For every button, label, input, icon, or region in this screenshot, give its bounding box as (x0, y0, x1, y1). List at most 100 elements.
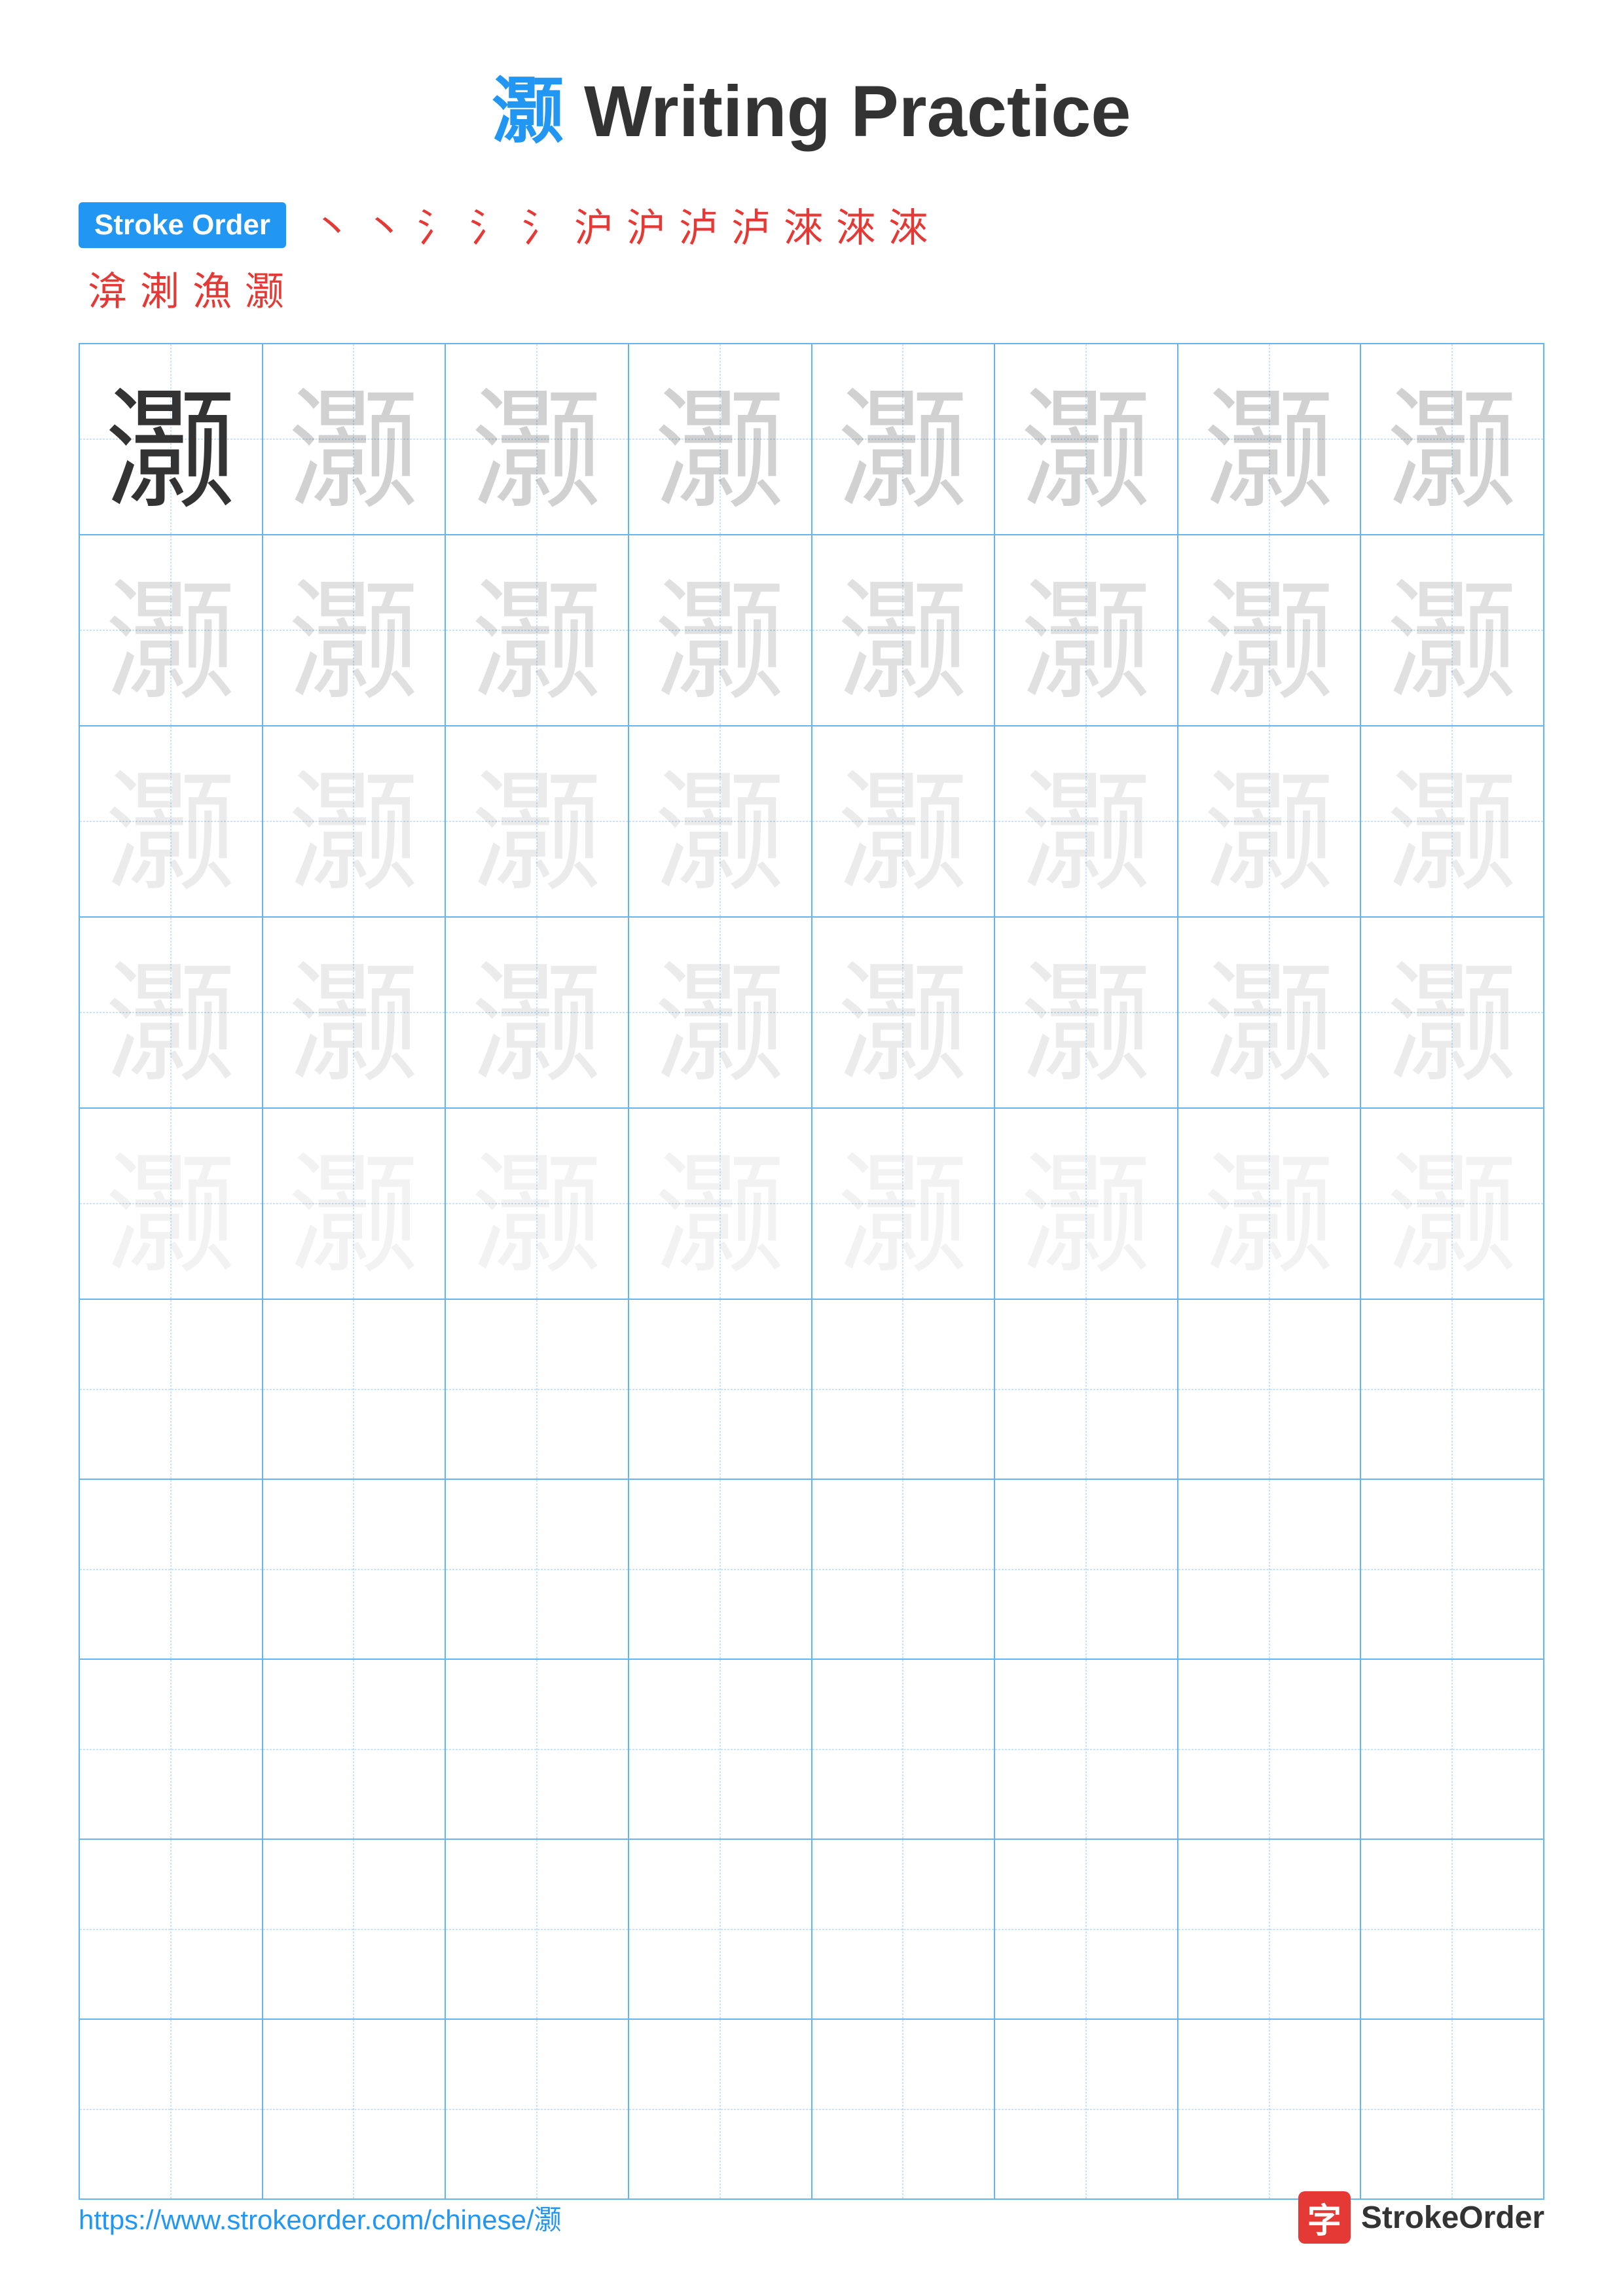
grid-cell (1178, 1479, 1361, 1659)
footer-logo-text: StrokeOrder (1361, 2200, 1544, 2236)
grid-cell: 灏 (79, 726, 263, 917)
stroke-step-7: 沪 (627, 196, 666, 253)
table-row: 灏 灏 灏 灏 灏 灏 灏 灏 (79, 1108, 1544, 1299)
table-row (79, 1479, 1544, 1659)
grid-cell (445, 1659, 629, 1839)
footer: https://www.strokeorder.com/chinese/灏 字 … (0, 2191, 1623, 2244)
practice-char: 灏 (1204, 380, 1335, 525)
grid-cell (79, 1659, 263, 1839)
grid-cell: 灏 (812, 535, 995, 726)
grid-cell (1178, 1299, 1361, 1479)
grid-cell: 灏 (445, 535, 629, 726)
grid-cell (629, 1659, 812, 1839)
grid-cell: 灏 (445, 1108, 629, 1299)
practice-char: 灏 (105, 571, 236, 716)
stroke-step-10: 淶 (784, 196, 823, 253)
grid-cell: 灏 (263, 726, 446, 917)
stroke-step-2: 丶 (365, 196, 404, 253)
grid-section: 灏 灏 灏 灏 灏 灏 灏 灏 灏 灏 灏 灏 灏 灏 灏 灏 (0, 343, 1623, 2200)
grid-cell (263, 1479, 446, 1659)
grid-cell: 灏 (629, 1108, 812, 1299)
grid-cell: 灏 (1178, 535, 1361, 726)
title-char: 灏 (492, 71, 564, 152)
practice-char: 灏 (471, 571, 602, 716)
practice-char: 灏 (837, 954, 968, 1098)
stroke-order-badge: Stroke Order (79, 202, 286, 248)
grid-cell (1360, 1299, 1544, 1479)
grid-cell: 灏 (812, 726, 995, 917)
stroke-step-5: 氵 (522, 196, 561, 253)
grid-cell: 灏 (445, 726, 629, 917)
page-title: 灏 Writing Practice (0, 0, 1623, 196)
grid-cell: 灏 (263, 1108, 446, 1299)
grid-cell (629, 1839, 812, 2019)
grid-cell (812, 1839, 995, 2019)
stroke-step-15: 漁 (192, 260, 232, 317)
grid-cell (994, 1839, 1178, 2019)
grid-cell (994, 1659, 1178, 1839)
practice-char: 灏 (288, 1145, 419, 1289)
practice-char: 灏 (288, 954, 419, 1098)
practice-char: 灏 (1204, 1145, 1335, 1289)
grid-cell (629, 1299, 812, 1479)
practice-char: 灏 (837, 571, 968, 716)
practice-char: 灏 (105, 954, 236, 1098)
practice-char: 灏 (105, 380, 236, 525)
grid-cell: 灏 (263, 344, 446, 535)
grid-cell (1178, 2019, 1361, 2199)
grid-cell (263, 1839, 446, 2019)
grid-cell: 灏 (445, 344, 629, 535)
practice-char: 灏 (105, 762, 236, 907)
grid-cell (629, 2019, 812, 2199)
grid-cell (79, 1299, 263, 1479)
grid-cell (629, 1479, 812, 1659)
practice-char: 灏 (1021, 571, 1152, 716)
practice-char: 灏 (288, 762, 419, 907)
grid-cell: 灏 (1178, 917, 1361, 1108)
grid-cell (994, 1299, 1178, 1479)
grid-cell (79, 1839, 263, 2019)
grid-cell: 灏 (1360, 726, 1544, 917)
grid-cell (263, 1299, 446, 1479)
grid-cell (994, 1479, 1178, 1659)
grid-cell (812, 2019, 995, 2199)
table-row: 灏 灏 灏 灏 灏 灏 灏 灏 (79, 917, 1544, 1108)
grid-cell: 灏 (994, 344, 1178, 535)
stroke-step-3: 氵 (417, 196, 456, 253)
grid-cell (812, 1659, 995, 1839)
grid-cell (1360, 1659, 1544, 1839)
grid-cell (263, 2019, 446, 2199)
grid-cell (445, 1479, 629, 1659)
grid-cell (812, 1299, 995, 1479)
stroke-step-11: 淶 (836, 196, 875, 253)
practice-char: 灏 (837, 380, 968, 525)
practice-char: 灏 (837, 1145, 968, 1289)
grid-cell: 灏 (79, 344, 263, 535)
table-row (79, 1299, 1544, 1479)
footer-logo-icon: 字 (1298, 2191, 1351, 2244)
stroke-order-row1: Stroke Order 丶 丶 氵 氵 氵 沪 沪 泸 泸 淶 淶 淶 (79, 196, 1544, 253)
grid-cell (445, 2019, 629, 2199)
stroke-step-4: 氵 (469, 196, 509, 253)
grid-cell (263, 1659, 446, 1839)
table-row (79, 1839, 1544, 2019)
table-row (79, 1659, 1544, 1839)
stroke-step-16: 灏 (245, 260, 284, 317)
grid-cell: 灏 (445, 917, 629, 1108)
practice-grid: 灏 灏 灏 灏 灏 灏 灏 灏 灏 灏 灏 灏 灏 灏 灏 灏 (79, 343, 1544, 2200)
grid-cell: 灏 (629, 344, 812, 535)
grid-cell: 灏 (812, 344, 995, 535)
grid-cell: 灏 (812, 1108, 995, 1299)
practice-char: 灏 (1204, 762, 1335, 907)
grid-cell: 灏 (263, 917, 446, 1108)
grid-cell: 灏 (1178, 344, 1361, 535)
grid-cell (994, 2019, 1178, 2199)
stroke-step-14: 溂 (140, 260, 179, 317)
stroke-step-9: 泸 (731, 196, 771, 253)
practice-char: 灏 (1387, 380, 1518, 525)
practice-char: 灏 (655, 380, 786, 525)
grid-cell (812, 1479, 995, 1659)
practice-char: 灏 (655, 1145, 786, 1289)
grid-cell (1360, 2019, 1544, 2199)
grid-cell (1360, 1479, 1544, 1659)
